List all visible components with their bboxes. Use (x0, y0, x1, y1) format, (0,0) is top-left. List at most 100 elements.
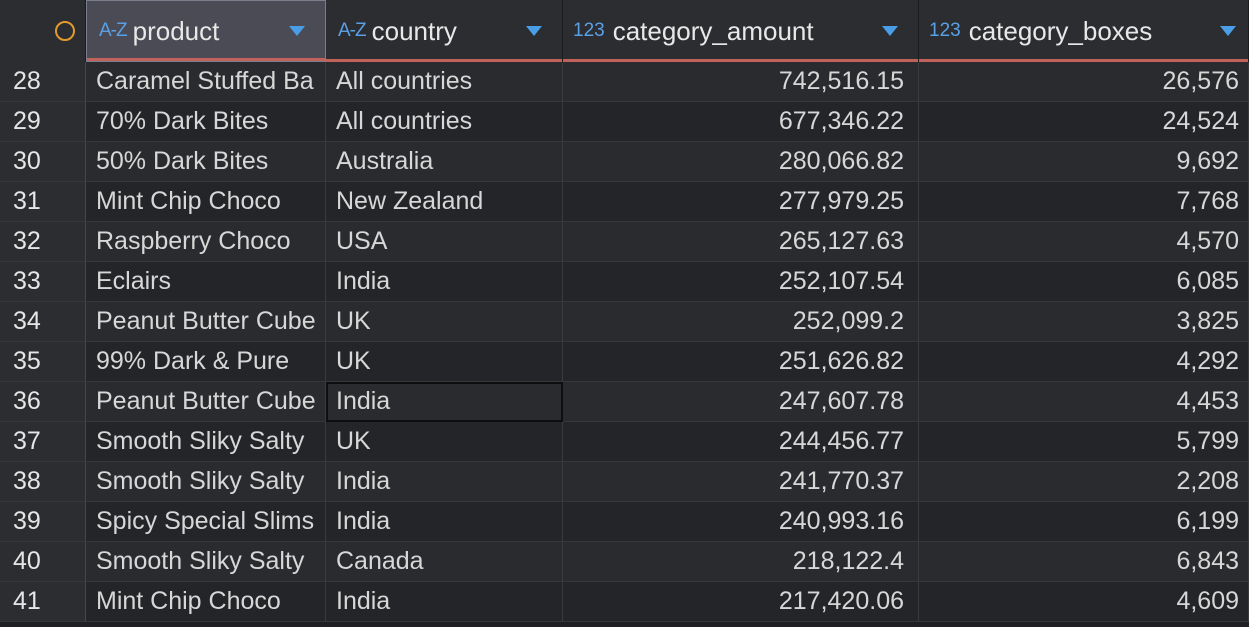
row-number[interactable]: 29 (0, 102, 86, 142)
cell-country[interactable]: UK (326, 422, 563, 462)
cell-category-boxes[interactable]: 4,453 (919, 382, 1249, 422)
select-all-corner[interactable] (0, 0, 86, 62)
cell-category-amount[interactable]: 217,420.06 (563, 582, 919, 622)
column-header-category-amount[interactable]: 123 category_amount (563, 0, 919, 62)
cell-product[interactable]: Raspberry Choco (86, 222, 326, 262)
cell-product[interactable]: Smooth Sliky Salty (86, 462, 326, 502)
cell-product[interactable]: 99% Dark & Pure (86, 342, 326, 382)
row-number[interactable]: 31 (0, 182, 86, 222)
table-row[interactable]: 40 Smooth Sliky Salty Canada 218,122.4 6,843 (0, 542, 1249, 582)
table-row[interactable]: 37 Smooth Sliky Salty UK 244,456.77 5,799 (0, 422, 1249, 462)
chevron-down-icon[interactable] (882, 26, 898, 36)
table-row[interactable]: 32 Raspberry Choco USA 265,127.63 4,570 (0, 222, 1249, 262)
cell-category-boxes[interactable]: 4,609 (919, 582, 1249, 622)
row-number[interactable]: 37 (0, 422, 86, 462)
cell-product[interactable]: Spicy Special Slims (86, 502, 326, 542)
table-row[interactable]: 29 70% Dark Bites All countries 677,346.22 2… (0, 102, 1249, 142)
cell-country[interactable]: India (326, 502, 563, 542)
table-row[interactable]: 41 Mint Chip Choco India 217,420.06 4,609 (0, 582, 1249, 622)
cell-category-amount[interactable]: 247,607.78 (563, 382, 919, 422)
cell-category-boxes[interactable]: 5,799 (919, 422, 1249, 462)
cell-category-boxes[interactable]: 6,085 (919, 262, 1249, 302)
row-number[interactable]: 36 (0, 382, 86, 422)
row-number[interactable]: 39 (0, 502, 86, 542)
cell-category-boxes[interactable]: 6,199 (919, 502, 1249, 542)
table-row[interactable]: 39 Spicy Special Slims India 240,993.16 6,19… (0, 502, 1249, 542)
cell-category-amount[interactable]: 277,979.25 (563, 182, 919, 222)
cell-category-boxes[interactable]: 4,292 (919, 342, 1249, 382)
cell-product[interactable]: Smooth Sliky Salty (86, 542, 326, 582)
table-row[interactable]: 36 Peanut Butter Cube India 247,607.78 4,453 (0, 382, 1249, 422)
grid-header: A-Z product A-Z country 123 category_amo… (0, 0, 1249, 62)
cell-category-boxes[interactable]: 7,768 (919, 182, 1249, 222)
cell-category-boxes[interactable]: 2,208 (919, 462, 1249, 502)
cell-category-amount[interactable]: 241,770.37 (563, 462, 919, 502)
row-number[interactable]: 30 (0, 142, 86, 182)
row-select-circle-icon[interactable] (55, 21, 75, 41)
table-row[interactable]: 35 99% Dark & Pure UK 251,626.82 4,292 (0, 342, 1249, 382)
row-number[interactable]: 35 (0, 342, 86, 382)
cell-category-boxes[interactable]: 26,576 (919, 62, 1249, 102)
cell-category-amount[interactable]: 240,993.16 (563, 502, 919, 542)
chevron-down-icon[interactable] (526, 26, 542, 36)
cell-category-boxes[interactable]: 3,825 (919, 302, 1249, 342)
cell-category-amount[interactable]: 265,127.63 (563, 222, 919, 262)
number-type-icon: 123 (573, 20, 605, 41)
chevron-down-icon[interactable] (1220, 26, 1236, 36)
cell-country[interactable]: India (326, 262, 563, 302)
cell-country[interactable]: Canada (326, 542, 563, 582)
cell-category-amount[interactable]: 252,099.2 (563, 302, 919, 342)
cell-country[interactable]: USA (326, 222, 563, 262)
cell-category-boxes[interactable]: 24,524 (919, 102, 1249, 142)
cell-country[interactable]: India (326, 582, 563, 622)
table-row[interactable]: 34 Peanut Butter Cube UK 252,099.2 3,825 (0, 302, 1249, 342)
cell-product[interactable]: Peanut Butter Cube (86, 302, 326, 342)
table-row[interactable]: 33 Eclairs India 252,107.54 6,085 (0, 262, 1249, 302)
table-row[interactable]: 31 Mint Chip Choco New Zealand 277,979.25 7,… (0, 182, 1249, 222)
column-header-product[interactable]: A-Z product (86, 0, 326, 62)
cell-category-amount[interactable]: 280,066.82 (563, 142, 919, 182)
cell-category-boxes[interactable]: 6,843 (919, 542, 1249, 582)
column-label: category_boxes (968, 15, 1153, 46)
table-row[interactable]: 38 Smooth Sliky Salty India 241,770.37 2,208 (0, 462, 1249, 502)
row-number[interactable]: 33 (0, 262, 86, 302)
cell-category-amount[interactable]: 677,346.22 (563, 102, 919, 142)
chevron-down-icon[interactable] (289, 26, 305, 36)
table-row[interactable]: 28 Caramel Stuffed Ba All countries 742,516… (0, 62, 1249, 102)
row-number[interactable]: 41 (0, 582, 86, 622)
cell-product[interactable]: Mint Chip Choco (86, 182, 326, 222)
cell-country[interactable]: UK (326, 302, 563, 342)
cell-category-amount[interactable]: 218,122.4 (563, 542, 919, 582)
row-number[interactable]: 34 (0, 302, 86, 342)
cell-category-amount[interactable]: 742,516.15 (563, 62, 919, 102)
column-label: country (371, 15, 457, 46)
cell-country[interactable]: India (326, 382, 563, 422)
column-label: product (132, 15, 220, 46)
row-number[interactable]: 28 (0, 62, 86, 102)
row-number[interactable]: 32 (0, 222, 86, 262)
text-type-icon: A-Z (338, 20, 367, 41)
cell-category-amount[interactable]: 251,626.82 (563, 342, 919, 382)
cell-category-boxes[interactable]: 9,692 (919, 142, 1249, 182)
cell-category-amount[interactable]: 244,456.77 (563, 422, 919, 462)
cell-country[interactable]: Australia (326, 142, 563, 182)
cell-country[interactable]: India (326, 462, 563, 502)
row-number[interactable]: 40 (0, 542, 86, 582)
cell-country[interactable]: UK (326, 342, 563, 382)
cell-country[interactable]: All countries (326, 102, 563, 142)
cell-category-amount[interactable]: 252,107.54 (563, 262, 919, 302)
cell-product[interactable]: Smooth Sliky Salty (86, 422, 326, 462)
cell-country[interactable]: New Zealand (326, 182, 563, 222)
cell-product[interactable]: 50% Dark Bites (86, 142, 326, 182)
cell-product[interactable]: Mint Chip Choco (86, 582, 326, 622)
column-header-category-boxes[interactable]: 123 category_boxes (919, 0, 1249, 62)
column-header-country[interactable]: A-Z country (326, 0, 563, 62)
cell-product[interactable]: Peanut Butter Cube (86, 382, 326, 422)
cell-category-boxes[interactable]: 4,570 (919, 222, 1249, 262)
cell-product[interactable]: Caramel Stuffed Ba (86, 62, 326, 102)
table-row[interactable]: 30 50% Dark Bites Australia 280,066.82 9,692 (0, 142, 1249, 182)
cell-product[interactable]: Eclairs (86, 262, 326, 302)
cell-product[interactable]: 70% Dark Bites (86, 102, 326, 142)
cell-country[interactable]: All countries (326, 62, 563, 102)
row-number[interactable]: 38 (0, 462, 86, 502)
